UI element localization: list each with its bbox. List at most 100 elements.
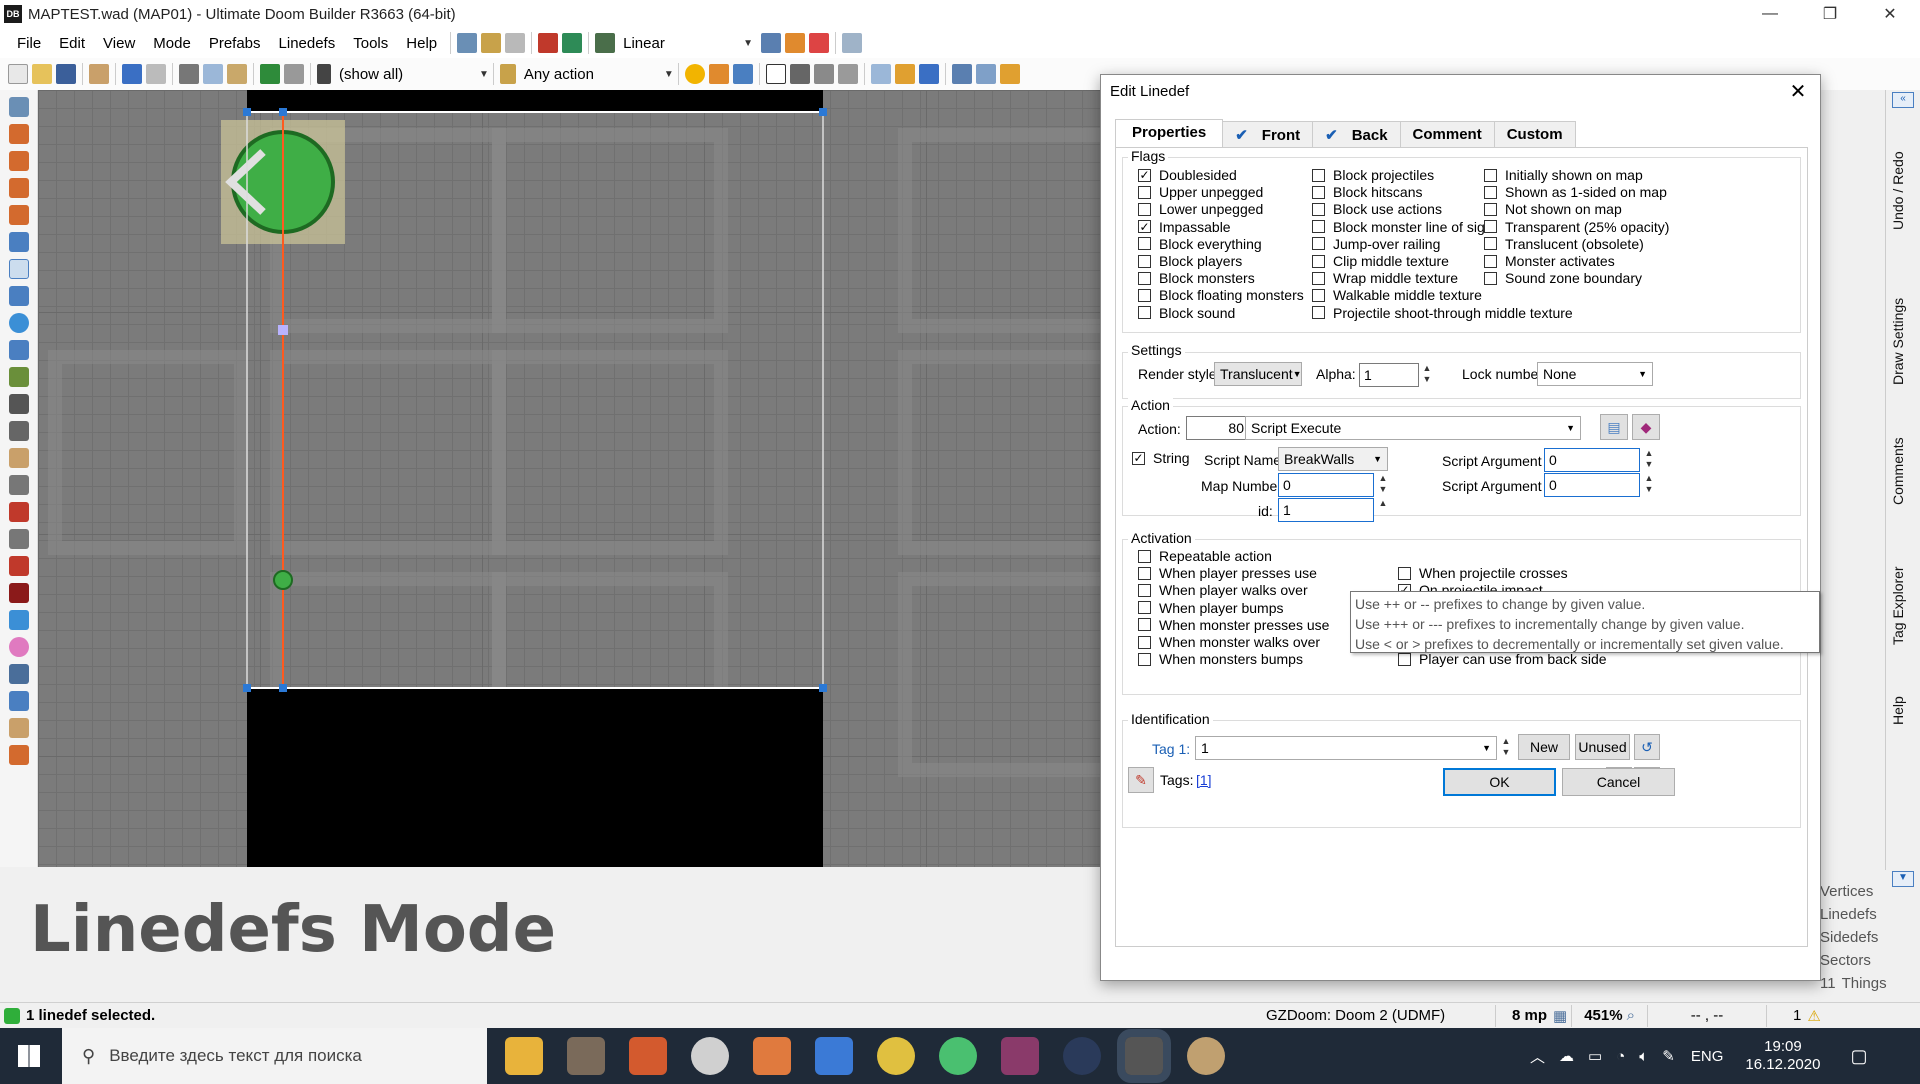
map-number-stepper[interactable]: ▲ ▼	[1376, 473, 1390, 497]
map-number-input[interactable]: 0	[1278, 473, 1374, 497]
flag-checkbox[interactable]: Upper unpegged	[1138, 184, 1263, 200]
tab-comment[interactable]: Comment	[1399, 121, 1495, 147]
tab-comments[interactable]: Comments	[1890, 410, 1906, 505]
flag-checkbox[interactable]: Lower unpegged	[1138, 201, 1263, 217]
draw-lines-icon[interactable]	[9, 97, 29, 117]
action-select[interactable]: Script Execute ▼	[1245, 416, 1581, 440]
draw-rectangle-icon[interactable]	[9, 151, 29, 171]
auto-merge-icon[interactable]	[999, 64, 1020, 84]
flag-checkbox[interactable]: When monster presses use	[1138, 617, 1329, 633]
flag-checkbox[interactable]: Block floating monsters	[1138, 287, 1304, 303]
browse-action-button[interactable]: ▤	[1600, 414, 1628, 440]
paste-icon[interactable]	[227, 64, 247, 84]
view-brightness-icon[interactable]	[789, 64, 810, 84]
texture-view-icon[interactable]	[708, 64, 729, 84]
chrome-icon[interactable]	[877, 1037, 915, 1075]
linear-select[interactable]: Linear	[623, 35, 733, 52]
stop-icon[interactable]	[809, 33, 830, 53]
app-icon[interactable]	[629, 1037, 667, 1075]
small-thing[interactable]	[273, 570, 293, 590]
restore-icon[interactable]: ❐	[1800, 0, 1860, 28]
paint-icon[interactable]	[1187, 1037, 1225, 1075]
flag-checkbox[interactable]: Jump-over railing	[1312, 236, 1440, 252]
flag-checkbox[interactable]: Walkable middle texture	[1312, 287, 1482, 303]
grid-snap-icon[interactable]	[975, 64, 996, 84]
flag-checkbox[interactable]: Monster activates	[1484, 253, 1615, 269]
join-icon[interactable]	[894, 64, 915, 84]
vertex[interactable]	[243, 108, 251, 116]
stamp-icon[interactable]	[9, 745, 29, 765]
split-icon[interactable]	[918, 64, 939, 84]
vertex[interactable]	[819, 684, 827, 692]
vertex[interactable]	[279, 684, 287, 692]
collapse-icon[interactable]: «	[1892, 92, 1914, 108]
id-stepper[interactable]: ▲	[1376, 498, 1390, 522]
flag-checkbox[interactable]: Block players	[1138, 253, 1242, 269]
cube-icon[interactable]	[9, 610, 29, 630]
visual-mode-icon[interactable]	[9, 394, 29, 414]
store-icon[interactable]	[815, 1037, 853, 1075]
restore-tag-button[interactable]: ↺	[1634, 734, 1660, 760]
tab-undo-redo[interactable]: Undo / Redo	[1890, 130, 1906, 230]
flag-checkbox[interactable]: When player walks over	[1138, 582, 1308, 598]
app-icon[interactable]	[691, 1037, 729, 1075]
string-checkbox[interactable]: ✓ String	[1132, 450, 1190, 466]
minimize-icon[interactable]: —	[1740, 0, 1800, 28]
notifications-icon[interactable]: ▢	[1850, 1046, 1867, 1067]
grid-size[interactable]: 8 mp	[1512, 1007, 1547, 1024]
grid-tool-icon[interactable]	[785, 33, 806, 53]
draw-ellipse-icon[interactable]	[9, 178, 29, 198]
flag-checkbox[interactable]: Block everything	[1138, 236, 1262, 252]
edit-selection-icon[interactable]	[9, 340, 29, 360]
flag-checkbox[interactable]: ✓ Doublesided	[1138, 167, 1237, 183]
clock-date[interactable]: 16.12.2020	[1745, 1056, 1820, 1074]
clock-time[interactable]: 19:09	[1745, 1038, 1820, 1056]
flag-checkbox[interactable]: Projectile shoot-through middle texture	[1312, 305, 1573, 321]
tab-front[interactable]: ✔ Front	[1222, 121, 1314, 147]
merge-icon[interactable]	[870, 64, 891, 84]
sprite-icon[interactable]	[9, 556, 29, 576]
points-icon[interactable]	[9, 691, 29, 711]
warning-icon[interactable]: ⚠	[1807, 1007, 1820, 1025]
doc-icon[interactable]	[505, 33, 526, 53]
things-mode-icon[interactable]	[9, 313, 29, 333]
copy-icon[interactable]	[203, 64, 223, 84]
new-tag-button[interactable]: New	[1518, 734, 1570, 760]
zoom-icon[interactable]: ⌕	[1627, 1007, 1635, 1024]
language[interactable]: ENG	[1691, 1048, 1724, 1065]
menu-edit[interactable]: Edit	[50, 35, 94, 52]
taskbar-search[interactable]: ⚲ Введите здесь текст для поиска	[62, 1028, 487, 1084]
vertex[interactable]	[819, 108, 827, 116]
filter-select[interactable]: (show all)	[339, 66, 469, 83]
script-name-select[interactable]: BreakWalls ▼	[1278, 447, 1388, 471]
tab-custom[interactable]: Custom	[1493, 121, 1576, 147]
tag-icon[interactable]	[842, 33, 863, 53]
model-view-icon[interactable]	[732, 64, 753, 84]
flag-checkbox[interactable]: Translucent (obsolete)	[1484, 236, 1644, 252]
test-map-icon[interactable]	[538, 33, 559, 53]
flag-checkbox[interactable]: Block monster line of sight	[1312, 219, 1496, 235]
vertex[interactable]	[279, 108, 287, 116]
alpha-input[interactable]: 1	[1359, 363, 1419, 387]
make-sectors-icon[interactable]	[9, 367, 29, 387]
brightness-icon[interactable]	[684, 64, 705, 84]
chevron-up-icon[interactable]: ︿	[1530, 1046, 1545, 1067]
action-filter-select[interactable]: Any action	[524, 66, 654, 83]
flag-checkbox[interactable]: Clip middle texture	[1312, 253, 1449, 269]
network-icon[interactable]: ☁	[1559, 1047, 1574, 1065]
lock-number-select[interactable]: None ▼	[1537, 362, 1653, 386]
filter-icon[interactable]	[317, 64, 331, 84]
gradient-icon[interactable]	[9, 502, 29, 522]
flag-checkbox[interactable]: When player presses use	[1138, 565, 1317, 581]
app-icon[interactable]	[753, 1037, 791, 1075]
wifi-icon[interactable]: ◔	[1616, 1048, 1625, 1065]
ok-button[interactable]: OK	[1443, 768, 1556, 796]
alpha-stepper[interactable]: ▲ ▼	[1420, 363, 1434, 387]
menu-mode[interactable]: Mode	[144, 35, 200, 52]
flag-checkbox[interactable]: When projectile crosses	[1398, 565, 1568, 581]
map-options-icon[interactable]	[89, 64, 109, 84]
app-icon[interactable]	[939, 1037, 977, 1075]
flag-checkbox[interactable]: Sound zone boundary	[1484, 270, 1642, 286]
doom-builder-icon[interactable]	[1117, 1029, 1171, 1083]
flag-checkbox[interactable]: ✓ Impassable	[1138, 219, 1231, 235]
